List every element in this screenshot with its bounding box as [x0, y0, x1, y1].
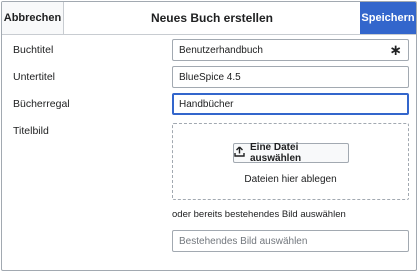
required-indicator-icon: ∗ — [389, 42, 402, 59]
save-button[interactable]: Speichern — [360, 2, 416, 34]
upload-icon — [234, 146, 245, 160]
bookshelf-value: Handbücher — [179, 98, 234, 110]
book-title-label: Buchtitel — [13, 44, 54, 56]
file-drop-zone[interactable]: Eine Datei auswählen Dateien hier ablege… — [172, 123, 409, 200]
drop-files-text: Dateien hier ablegen — [244, 174, 337, 185]
book-title-value: Benutzerhandbuch — [179, 44, 263, 56]
bookshelf-label: Bücherregal — [13, 98, 70, 110]
bookshelf-input[interactable]: Handbücher — [172, 93, 409, 115]
existing-image-placeholder: Bestehendes Bild auswählen — [179, 235, 308, 247]
dialog-title: Neues Buch erstellen — [150, 11, 274, 25]
book-title-input[interactable]: Benutzerhandbuch ∗ — [172, 39, 409, 61]
existing-image-input[interactable]: Bestehendes Bild auswählen — [172, 230, 409, 252]
create-book-dialog: Abbrechen Neues Buch erstellen Speichern… — [1, 1, 417, 271]
subtitle-input[interactable]: BlueSpice 4.5 — [172, 66, 409, 88]
existing-image-hint: oder bereits bestehendes Bild auswählen — [172, 209, 346, 220]
dialog-header: Abbrechen Neues Buch erstellen Speichern — [2, 2, 416, 35]
cover-image-label: Titelbild — [13, 125, 49, 137]
subtitle-value: BlueSpice 4.5 — [179, 71, 241, 83]
cancel-button[interactable]: Abbrechen — [2, 2, 64, 34]
select-file-label: Eine Datei auswählen — [250, 142, 302, 164]
subtitle-label: Untertitel — [13, 71, 56, 83]
select-file-button[interactable]: Eine Datei auswählen — [233, 142, 349, 164]
